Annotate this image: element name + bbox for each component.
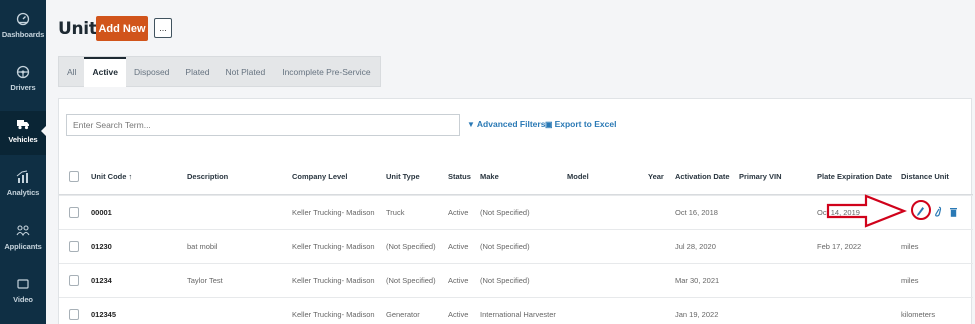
activation-date: Mar 30, 2021 xyxy=(675,276,720,285)
status-tabs: All Active Disposed Plated Not Plated In… xyxy=(58,56,381,87)
column-header[interactable]: Plate Expiration Date xyxy=(817,159,892,195)
row-checkbox[interactable] xyxy=(69,309,79,320)
make: (Not Specified) xyxy=(480,242,530,251)
row-checkbox[interactable] xyxy=(69,275,79,286)
more-options-button[interactable]: ... xyxy=(154,18,172,38)
status: Active xyxy=(448,276,469,285)
activation-date: Oct 16, 2018 xyxy=(675,208,718,217)
status: Active xyxy=(448,310,469,319)
unit-code[interactable]: 012345 xyxy=(91,298,116,324)
distance-unit: kilometers xyxy=(901,310,936,319)
column-header[interactable]: Activation Date xyxy=(675,159,730,195)
tab-disposed[interactable]: Disposed xyxy=(126,57,177,87)
plate-expiration-date: Oct 14, 2019 xyxy=(817,208,860,217)
search-input[interactable] xyxy=(66,114,460,136)
advanced-filters-link[interactable]: ▼ Advanced Filters xyxy=(467,119,545,129)
activation-date: Jan 19, 2022 xyxy=(675,310,719,319)
units-panel: ▼Advanced Filters ▣Export to Excel ▼ Uni… xyxy=(58,98,973,324)
tab-all[interactable]: All xyxy=(59,57,84,87)
select-all-checkbox[interactable] xyxy=(69,171,79,182)
excel-icon: ▣ xyxy=(545,120,553,129)
tab-plated[interactable]: Plated xyxy=(177,57,217,87)
table-row[interactable]: 00001 Keller Trucking- Madison Truck Act… xyxy=(59,195,973,229)
sidebar-item-dashboards[interactable]: Dashboards xyxy=(0,12,46,52)
description: Taylor Test xyxy=(187,276,223,285)
unit-code[interactable]: 01230 xyxy=(91,230,112,264)
attachment-icon[interactable] xyxy=(933,206,942,218)
description: bat mobil xyxy=(187,242,218,251)
sidebar: Dashboards Drivers Vehicles Analytics Ap… xyxy=(0,0,47,324)
company-level: Keller Trucking- Madison xyxy=(292,242,375,251)
sidebar-item-label: Video xyxy=(13,295,33,304)
unit-type: Truck xyxy=(386,208,405,217)
applicants-icon xyxy=(16,225,30,237)
truck-icon xyxy=(17,120,29,130)
sidebar-item-label: Drivers xyxy=(10,83,36,92)
column-header[interactable]: Description xyxy=(187,159,228,195)
column-header[interactable]: Status xyxy=(448,159,471,195)
row-checkbox[interactable] xyxy=(69,207,79,218)
company-level: Keller Trucking- Madison xyxy=(292,310,375,319)
table-row[interactable]: 012345 Keller Trucking- Madison Generato… xyxy=(59,297,973,324)
unit-type: Generator xyxy=(386,310,420,319)
unit-type: (Not Specified) xyxy=(386,242,436,251)
video-icon xyxy=(17,279,29,289)
company-level: Keller Trucking- Madison xyxy=(292,276,375,285)
column-header[interactable]: Distance Unit xyxy=(901,159,949,195)
sidebar-item-vehicles[interactable]: Vehicles xyxy=(0,111,47,155)
unit-type: (Not Specified) xyxy=(386,276,436,285)
sidebar-item-label: Vehicles xyxy=(8,135,38,144)
add-new-button[interactable]: Add New xyxy=(96,16,148,41)
sidebar-item-video[interactable]: Video xyxy=(0,277,46,317)
row-checkbox[interactable] xyxy=(69,241,79,252)
column-header[interactable]: Make xyxy=(480,159,499,195)
status: Active xyxy=(448,208,469,217)
edit-pencil-icon[interactable] xyxy=(916,206,925,218)
make: (Not Specified) xyxy=(480,208,530,217)
plate-expiration-date: Feb 17, 2022 xyxy=(817,242,862,251)
distance-unit: miles xyxy=(901,276,919,285)
distance-unit: miles xyxy=(901,242,919,251)
tab-not-plated[interactable]: Not Plated xyxy=(218,57,274,87)
sidebar-item-analytics[interactable]: Analytics xyxy=(0,170,46,210)
unit-code[interactable]: 00001 xyxy=(91,196,112,230)
make: (Not Specified) xyxy=(480,276,530,285)
analytics-icon xyxy=(16,170,28,183)
company-level: Keller Trucking- Madison xyxy=(292,208,375,217)
column-header[interactable]: Primary VIN xyxy=(739,159,782,195)
column-header[interactable]: Year xyxy=(648,159,664,195)
column-header[interactable]: Model xyxy=(567,159,589,195)
activation-date: Jul 28, 2020 xyxy=(675,242,716,251)
column-header[interactable]: Company Level xyxy=(292,159,347,195)
sidebar-item-label: Analytics xyxy=(6,188,40,197)
unit-code[interactable]: 01234 xyxy=(91,264,112,298)
filter-icon: ▼ xyxy=(467,120,475,129)
status: Active xyxy=(448,242,469,251)
sidebar-item-applicants[interactable]: Applicants xyxy=(0,224,46,264)
table-header: Unit Code ↑ Description Company Level Un… xyxy=(59,159,973,195)
tab-incomplete-pre-service[interactable]: Incomplete Pre-Service xyxy=(273,57,379,87)
column-header[interactable]: Unit Code ↑ xyxy=(91,159,132,195)
export-to-excel-link[interactable]: ▣ Export to Excel xyxy=(545,119,616,129)
sidebar-item-label: Dashboards xyxy=(1,30,45,39)
tab-active[interactable]: Active xyxy=(84,57,126,87)
sidebar-item-label: Applicants xyxy=(4,242,42,251)
sidebar-item-drivers[interactable]: Drivers xyxy=(0,65,46,105)
steering-wheel-icon xyxy=(16,65,30,79)
dashboard-icon xyxy=(16,12,30,26)
table-row[interactable]: 01230 bat mobil Keller Trucking- Madison… xyxy=(59,229,973,263)
table-row[interactable]: 01234 Taylor Test Keller Trucking- Madis… xyxy=(59,263,973,297)
column-header[interactable]: Unit Type xyxy=(386,159,420,195)
trash-icon[interactable] xyxy=(949,206,958,218)
make: International Harvester xyxy=(480,310,556,319)
